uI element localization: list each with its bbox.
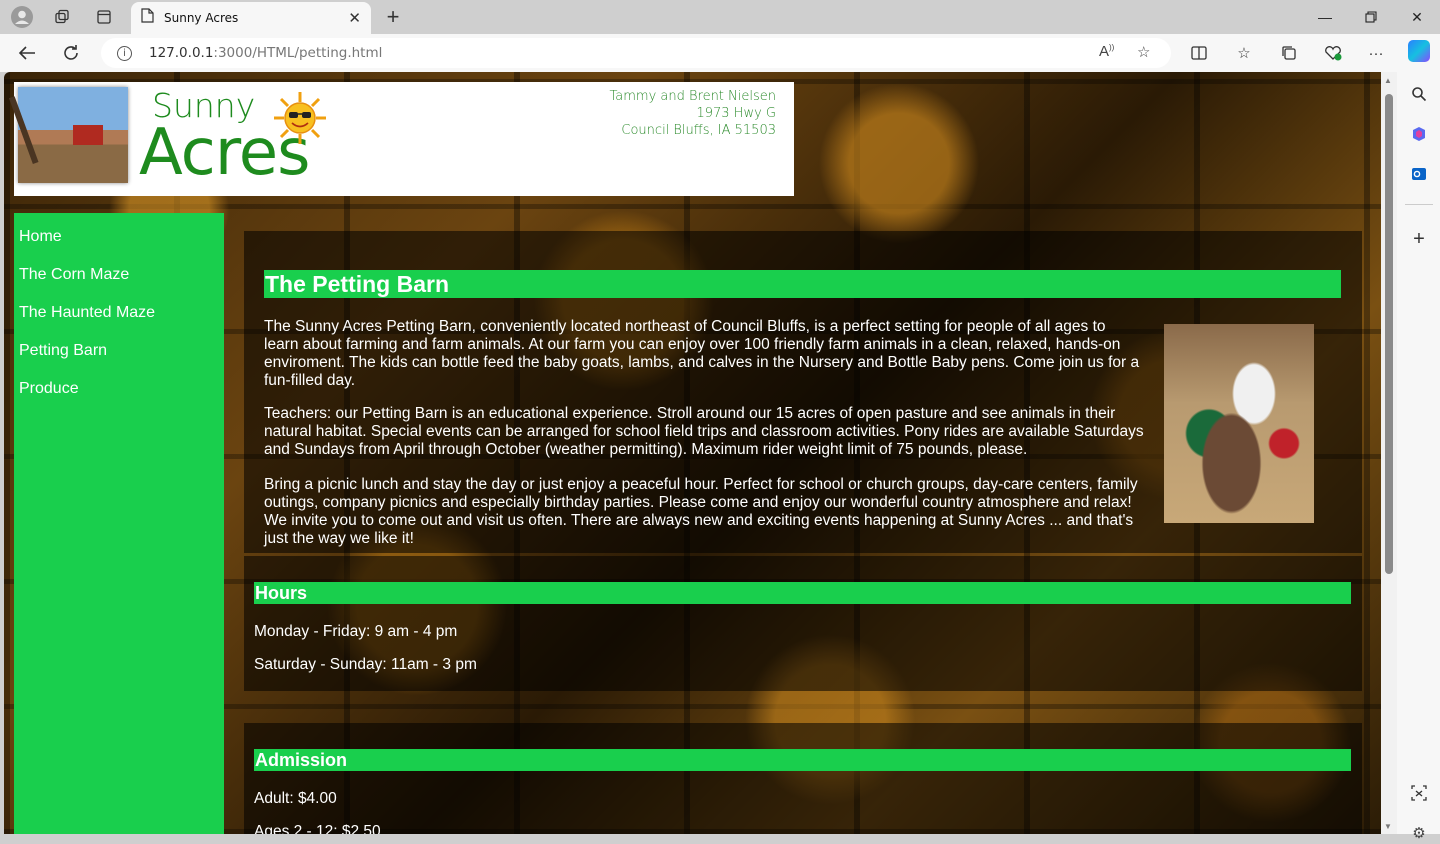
nav-link-haunted-maze[interactable]: The Haunted Maze — [14, 298, 224, 336]
intro-paragraph: The Sunny Acres Petting Barn, convenient… — [264, 318, 1140, 389]
restore-button[interactable] — [1348, 6, 1394, 28]
workspaces-icon[interactable] — [48, 4, 76, 30]
site-info-icon[interactable]: i — [117, 45, 132, 61]
scrollbar-thumb[interactable] — [1385, 94, 1393, 574]
close-tab-icon[interactable]: ✕ — [348, 9, 361, 27]
admission-heading: Admission — [254, 749, 1351, 771]
refresh-button[interactable] — [58, 42, 84, 64]
close-window-button[interactable]: ✕ — [1394, 6, 1440, 28]
main-content: The Petting Barn The Sunny Acres Petting… — [244, 213, 1362, 834]
kids-with-lamb-photo — [1164, 324, 1314, 523]
nav-link-corn-maze[interactable]: The Corn Maze — [14, 260, 224, 298]
scroll-up-icon[interactable]: ▲ — [1384, 76, 1392, 85]
sun-logo-icon — [274, 92, 326, 144]
new-tab-button[interactable]: + — [380, 4, 406, 30]
nav-link-petting-barn[interactable]: Petting Barn — [14, 336, 224, 374]
url-text: 127.0.0.1:3000/HTML/petting.html — [149, 45, 383, 61]
admission-section — [244, 723, 1362, 834]
screenshot-icon[interactable] — [1408, 782, 1430, 804]
profile-icon[interactable] — [8, 4, 36, 30]
admission-adult: Adult: $4.00 — [254, 790, 337, 807]
side-navigation: Home The Corn Maze The Haunted Maze Pett… — [14, 213, 224, 834]
collections-icon[interactable] — [1278, 43, 1300, 63]
page-title: The Petting Barn — [264, 270, 1341, 298]
edge-sidebar: + ⚙ — [1397, 34, 1440, 842]
header-banner: Sunny Acres Tammy and Brent Nielsen 1973… — [8, 82, 794, 196]
nav-link-home[interactable]: Home — [14, 222, 224, 260]
favorite-star-icon[interactable]: ☆ — [1137, 43, 1150, 61]
tab-title: Sunny Acres — [164, 11, 239, 25]
farm-address: Tammy and Brent Nielsen 1973 Hwy G Counc… — [610, 88, 777, 139]
teachers-paragraph: Teachers: our Petting Barn is an educati… — [264, 405, 1144, 458]
tab-actions-icon[interactable] — [90, 4, 118, 30]
add-icon[interactable]: + — [1408, 228, 1430, 250]
address-line: 1973 Hwy G — [696, 106, 776, 121]
admission-child: Ages 2 - 12: $2.50 — [254, 823, 381, 834]
hours-weekday: Monday - Friday: 9 am - 4 pm — [254, 623, 458, 640]
farm-photo — [8, 87, 128, 183]
page-icon — [141, 8, 154, 28]
address-line: Council Bluffs, IA 51503 — [621, 123, 776, 138]
divider — [1405, 204, 1433, 205]
page-viewport: Sunny Acres Tammy and Brent Nielsen 1973… — [4, 72, 1381, 834]
more-menu-icon[interactable]: ··· — [1365, 43, 1387, 63]
page-scrollbar[interactable]: ▲ ▼ — [1381, 72, 1397, 834]
picnic-paragraph: Bring a picnic lunch and stay the day or… — [264, 476, 1138, 547]
read-aloud-icon[interactable]: A)) — [1099, 43, 1114, 60]
scroll-down-icon[interactable]: ▼ — [1384, 822, 1392, 831]
office-icon[interactable] — [1408, 123, 1430, 145]
tab-sunny-acres[interactable]: Sunny Acres ✕ — [131, 2, 371, 34]
favorites-icon[interactable]: ☆ — [1233, 43, 1255, 63]
settings-gear-icon[interactable]: ⚙ — [1408, 822, 1430, 844]
address-toolbar: i 127.0.0.1:3000/HTML/petting.html A)) ☆… — [0, 34, 1440, 72]
hours-weekend: Saturday - Sunday: 11am - 3 pm — [254, 656, 477, 673]
minimize-button[interactable]: — — [1302, 6, 1348, 28]
address-line: Tammy and Brent Nielsen — [609, 89, 777, 104]
address-bar[interactable]: i 127.0.0.1:3000/HTML/petting.html A)) ☆ — [101, 38, 1171, 68]
back-button[interactable] — [14, 42, 40, 64]
tab-strip: Sunny Acres ✕ + — ✕ — [0, 0, 1440, 34]
split-screen-icon[interactable] — [1188, 43, 1210, 63]
outlook-icon[interactable] — [1408, 163, 1430, 185]
browser-essentials-icon[interactable] — [1322, 43, 1344, 63]
nav-link-produce[interactable]: Produce — [14, 374, 224, 412]
search-icon[interactable] — [1408, 83, 1430, 105]
copilot-icon[interactable] — [1408, 40, 1430, 62]
hours-heading: Hours — [254, 582, 1351, 604]
